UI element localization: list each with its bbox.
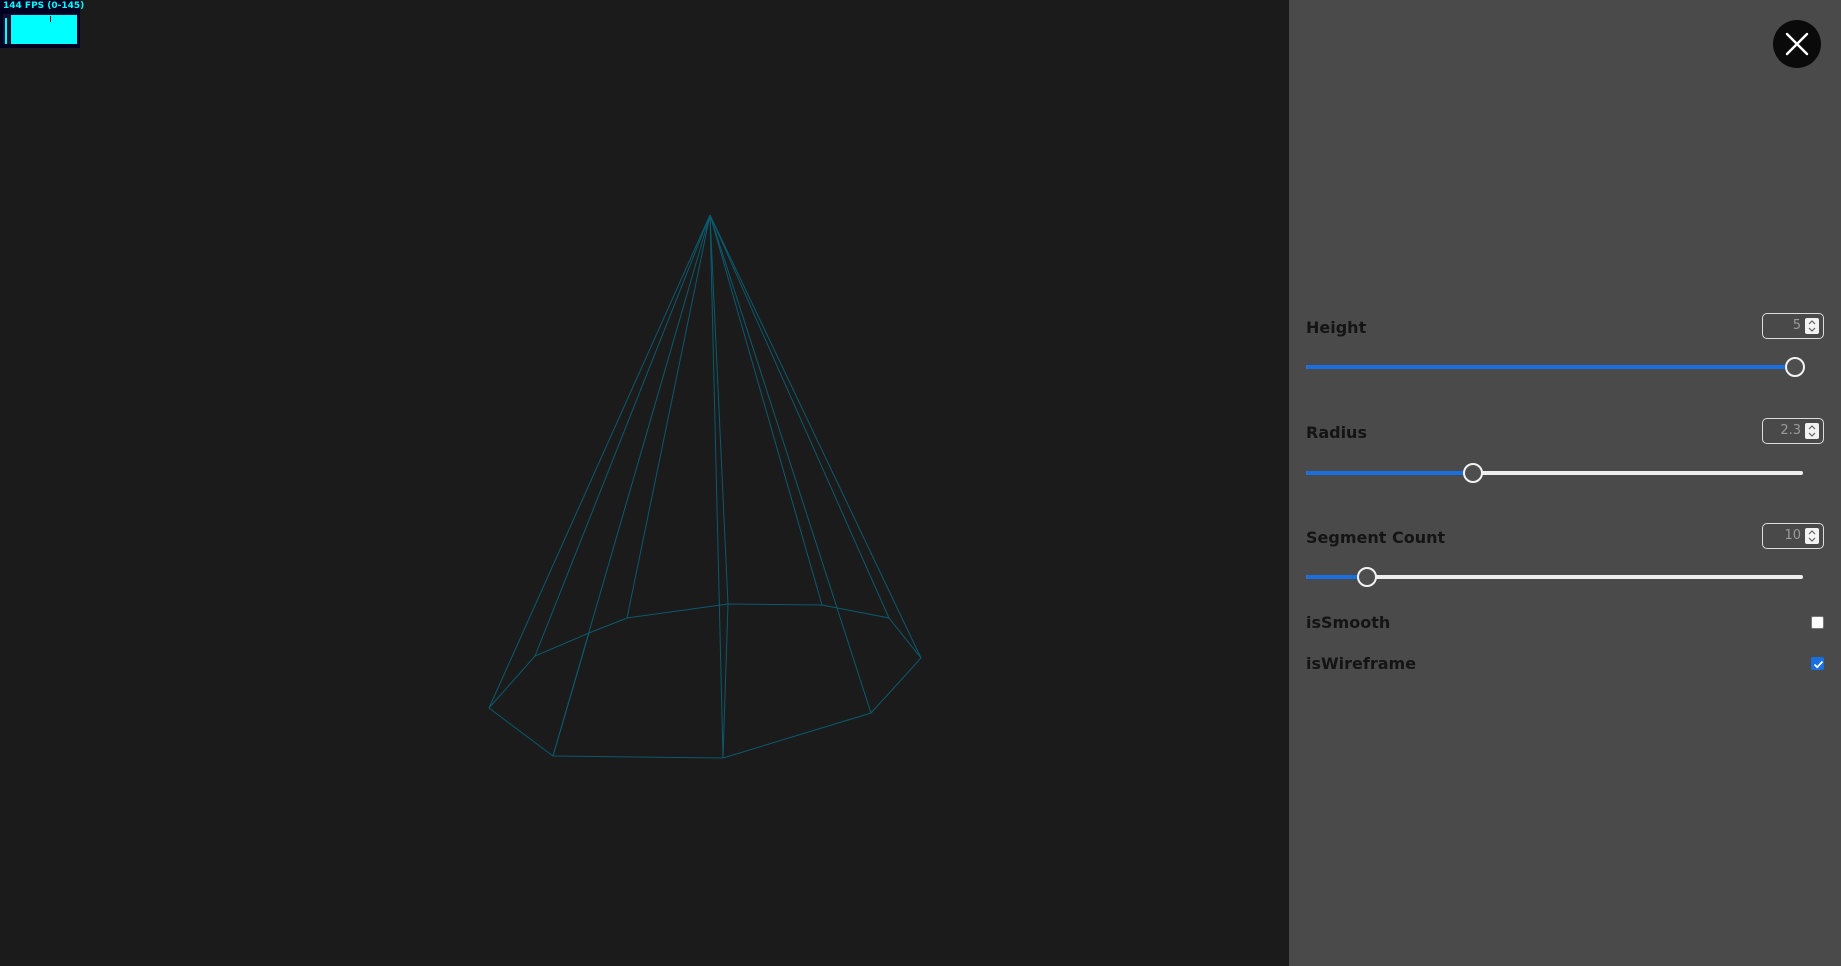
height-label: Height [1306, 318, 1367, 337]
height-control: Height 5 [1306, 313, 1824, 377]
cone-inner-edge-1 [722, 603, 729, 759]
segment-count-slider[interactable] [1306, 567, 1803, 587]
cone-edge-7 [709, 214, 890, 619]
height-input[interactable]: 5 [1762, 313, 1824, 339]
radius-spinner[interactable] [1805, 423, 1819, 439]
height-slider-thumb[interactable] [1785, 357, 1805, 377]
cone-edge-9 [709, 214, 872, 714]
is-wireframe-control: isWireframe [1306, 653, 1824, 675]
is-wireframe-checkbox[interactable] [1811, 657, 1824, 670]
spinner-arrows-icon [1808, 320, 1816, 332]
spinner-arrows-icon [1808, 530, 1816, 542]
is-smooth-checkbox[interactable] [1811, 616, 1824, 629]
checkmark-icon [1813, 660, 1824, 669]
is-wireframe-label: isWireframe [1306, 654, 1417, 673]
cone-edge-0 [488, 214, 711, 709]
cone-edge-1 [534, 214, 711, 657]
radius-input[interactable]: 2.3 [1762, 418, 1824, 444]
height-value: 5 [1792, 318, 1801, 333]
segment-count-control: Segment Count 10 [1306, 523, 1824, 587]
fps-graph-tick [50, 16, 51, 22]
controls-panel: Height 5 Radius 2.3 Segment Count 10 isS… [1289, 0, 1841, 966]
radius-slider-fill [1306, 471, 1473, 475]
close-icon [1785, 32, 1809, 56]
fps-monitor[interactable]: 144 FPS (0-145) [0, 0, 84, 48]
radius-slider[interactable] [1306, 463, 1803, 483]
spinner-arrows-icon [1808, 425, 1816, 437]
height-slider[interactable] [1306, 357, 1805, 377]
height-spinner[interactable] [1805, 318, 1819, 334]
segment-count-value: 10 [1784, 528, 1801, 543]
fps-graph [3, 14, 77, 44]
cone-edge-4 [709, 214, 724, 759]
radius-slider-thumb[interactable] [1463, 463, 1483, 483]
3d-viewport[interactable]: 144 FPS (0-145) [0, 0, 1289, 966]
height-slider-fill [1306, 365, 1795, 369]
radius-label: Radius [1306, 423, 1367, 442]
radius-control: Radius 2.3 [1306, 418, 1824, 483]
segment-count-slider-thumb[interactable] [1357, 567, 1377, 587]
fps-readout: 144 FPS (0-145) [3, 1, 85, 11]
radius-value: 2.3 [1780, 423, 1801, 438]
segment-count-label: Segment Count [1306, 528, 1446, 547]
cone-edge-8 [709, 214, 922, 659]
cone-base-ring [488, 603, 922, 759]
close-button[interactable] [1773, 20, 1821, 68]
segment-count-spinner[interactable] [1805, 528, 1819, 544]
segment-count-input[interactable]: 10 [1762, 523, 1824, 549]
fps-graph-fill [11, 15, 77, 44]
cone-edge-5 [709, 214, 729, 605]
cone-edge-6 [709, 214, 823, 606]
cone-inner-edge-0 [552, 632, 590, 757]
is-smooth-label: isSmooth [1306, 613, 1391, 632]
fps-graph-bar [5, 18, 7, 44]
cone-edge-3 [626, 214, 711, 619]
segment-count-slider-track [1306, 575, 1803, 579]
is-smooth-control: isSmooth [1306, 612, 1824, 634]
cone-wireframe [488, 214, 922, 759]
